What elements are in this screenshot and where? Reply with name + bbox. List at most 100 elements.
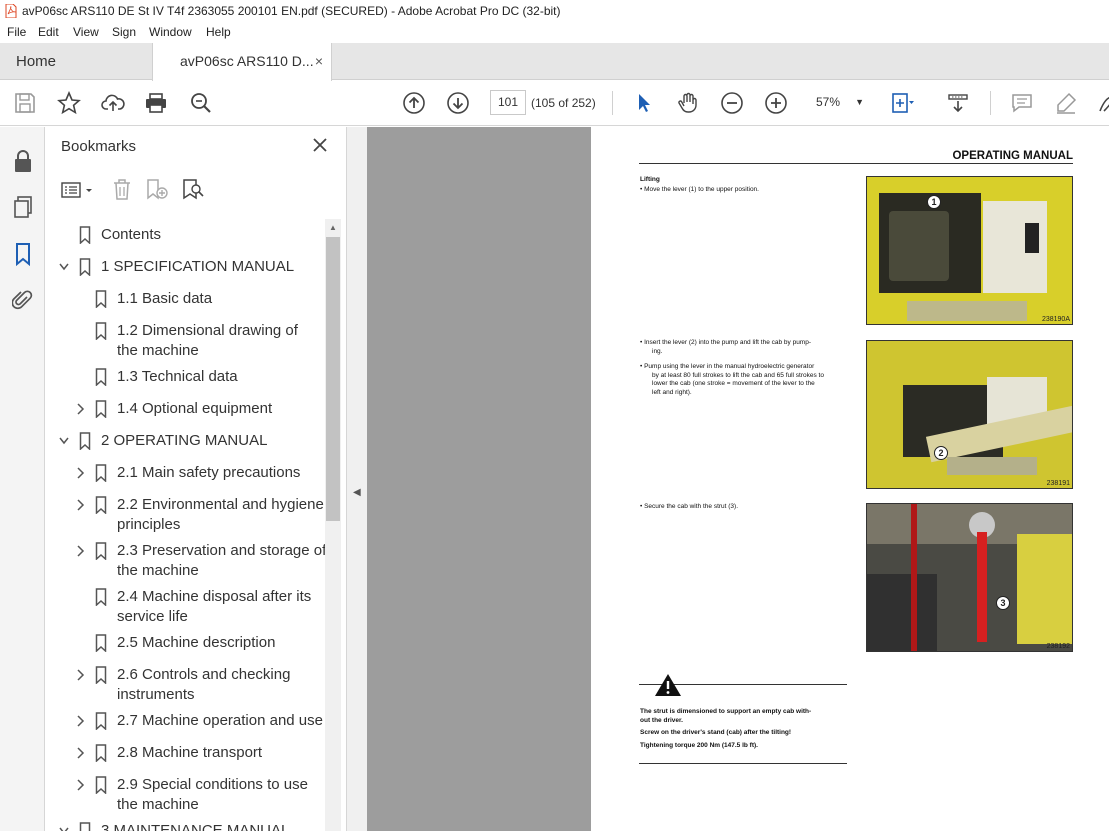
bookmark-item[interactable]: 2.5 Machine description [46,633,326,665]
bookmark-item[interactable]: 1.2 Dimensional drawing of the machine [46,321,326,367]
delete-icon[interactable] [112,178,132,200]
bookmark-label: 2.1 Main safety precautions [117,464,301,481]
bookmark-item[interactable]: 2.6 Controls and checking instruments [46,665,326,711]
previous-page-icon[interactable] [402,91,426,115]
bookmark-item[interactable]: 2.7 Machine operation and use [46,711,326,743]
bookmark-flag-icon [79,226,91,244]
options-menu-icon[interactable] [61,180,97,200]
fit-page-icon[interactable] [890,91,914,115]
chevron-down-icon[interactable] [59,825,69,831]
menu-sign[interactable]: Sign [112,22,136,43]
chevron-down-icon: ▼ [855,97,864,107]
zoom-level-dropdown[interactable]: 57% ▼ [808,90,866,115]
chevron-right-icon[interactable] [75,545,85,557]
print-icon[interactable] [144,91,168,115]
bookmark-flag-icon [95,588,107,606]
warning-icon [655,674,681,696]
menu-view[interactable]: View [73,22,99,43]
callout-2: 2 [934,446,948,460]
bookmark-item[interactable]: 2.9 Special conditions to use the machine [46,775,326,821]
scrollbar-thumb[interactable] [326,237,340,521]
menu-edit[interactable]: Edit [38,22,59,43]
bookmarks-toolbar [46,173,346,207]
chevron-right-icon[interactable] [75,467,85,479]
next-page-icon[interactable] [446,91,470,115]
zoom-out-icon[interactable] [720,91,744,115]
bookmark-item[interactable]: 1.4 Optional equipment [46,399,326,431]
pages-icon[interactable] [12,195,34,219]
chevron-right-icon[interactable] [75,747,85,759]
zoom-in-icon[interactable] [764,91,788,115]
new-bookmark-icon[interactable] [145,178,169,200]
bookmark-item[interactable]: 1.3 Technical data [46,367,326,399]
bookmark-label: 2.5 Machine description [117,634,276,651]
document-viewer[interactable]: OPERATING MANUAL Lifting • Move the leve… [367,127,1109,831]
chevron-down-icon[interactable] [59,435,69,447]
bookmark-label-continued: the machine [117,342,199,359]
tab-document[interactable]: avP06sc ARS110 D... × [152,43,332,81]
bookmark-label: 2.3 Preservation and storage of [117,542,327,559]
menu-file[interactable]: File [7,22,26,43]
chevron-right-icon[interactable] [75,499,85,511]
menu-window[interactable]: Window [149,22,192,43]
bookmark-label-continued: service life [117,608,188,625]
chevron-down-icon[interactable] [59,261,69,273]
bookmark-label: 1 SPECIFICATION MANUAL [101,258,295,275]
bookmark-item[interactable]: 2.2 Environmental and hygiene principles [46,495,326,541]
bookmarks-scrollbar[interactable]: ▲ [325,219,341,831]
chevron-right-icon[interactable] [75,669,85,681]
warning-text: The strut is dimensioned to support an e… [640,708,812,749]
scroll-up-icon[interactable]: ▲ [329,223,337,232]
panel-splitter[interactable]: ◀ [346,127,367,831]
bookmark-item[interactable]: 2.1 Main safety precautions [46,463,326,495]
bookmark-item[interactable]: 3 MAINTENANCE MANUAL [46,821,326,831]
menu-help[interactable]: Help [206,22,231,43]
sign-icon[interactable] [1096,91,1109,115]
attachment-icon[interactable] [12,288,34,312]
bookmark-label-continued: instruments [117,686,195,703]
bookmark-panel-icon[interactable] [12,242,34,266]
bookmark-star-icon[interactable] [57,91,81,115]
upload-cloud-icon[interactable] [101,91,125,115]
search-zoom-icon[interactable] [189,91,213,115]
collapse-panel-icon[interactable]: ◀ [353,487,361,498]
chevron-right-icon[interactable] [75,779,85,791]
close-icon[interactable] [312,137,328,153]
bookmark-label: 2.6 Controls and checking [117,666,291,683]
hand-tool-icon[interactable] [676,91,700,115]
comment-icon[interactable] [1010,91,1034,115]
bookmark-label: 2.8 Machine transport [117,744,263,761]
chevron-right-icon[interactable] [75,403,85,415]
scroll-mode-icon[interactable] [946,91,970,115]
photo-code-2: 238191 [1046,480,1070,487]
callout-1: 1 [927,195,941,209]
bookmark-item[interactable]: 2.3 Preservation and storage of the machi… [46,541,326,587]
lock-icon[interactable] [12,149,34,173]
photo-strut-3: 3 238192 [866,503,1073,652]
photo-lever-1: 1 238190A [866,176,1073,325]
chevron-right-icon[interactable] [75,715,85,727]
page-number-input[interactable]: 101 [490,90,526,115]
bookmark-item[interactable]: 2.8 Machine transport [46,743,326,775]
bookmark-flag-icon [95,290,107,308]
tab-close-icon[interactable]: × [315,43,323,80]
bookmark-item[interactable]: 2 OPERATING MANUAL [46,431,326,463]
bookmark-item[interactable]: 1 SPECIFICATION MANUAL [46,257,326,289]
highlight-pen-icon[interactable] [1054,91,1078,115]
bookmark-item[interactable]: 2.4 Machine disposal after its service li… [46,587,326,633]
bookmark-label: Contents [101,226,162,243]
bookmark-flag-icon [95,464,107,482]
select-cursor-icon[interactable] [632,91,656,115]
toolbar-divider [990,91,991,115]
page-heading: Lifting [640,176,660,183]
window-title: avP06sc ARS110 DE St IV T4f 2363055 2001… [22,4,561,18]
tab-document-label: avP06sc ARS110 D... [180,53,314,69]
bookmark-item[interactable]: 1.1 Basic data [46,289,326,321]
find-bookmark-icon[interactable] [181,178,205,200]
bookmark-item[interactable]: Contents [46,225,326,257]
bookmark-label: 2 OPERATING MANUAL [101,432,268,449]
tab-home[interactable]: Home [0,43,152,80]
instruction-step-2: • Insert the lever (2) into the pump and… [640,339,812,355]
bookmark-flag-icon [95,542,107,560]
save-icon[interactable] [13,91,37,115]
